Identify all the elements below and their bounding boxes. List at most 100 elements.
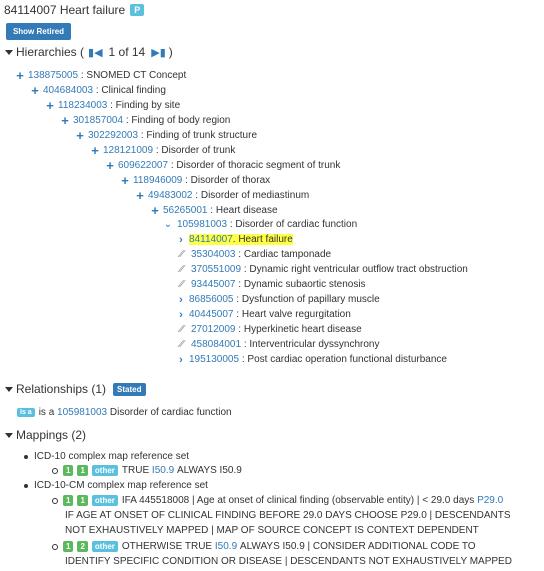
- caret-down-icon: [5, 387, 13, 392]
- parent-row[interactable]: ⌄ 105981003 : Disorder of cardiac functi…: [163, 217, 357, 232]
- expand-plus-icon[interactable]: +: [120, 174, 130, 187]
- expand-plus-icon[interactable]: +: [75, 129, 85, 142]
- isa-target-name: Disorder of cardiac function: [109, 407, 232, 418]
- map-rule-text: IFA 445518008 | Age at onset of clinical…: [121, 495, 475, 506]
- first-page-icon[interactable]: ▮◀: [88, 46, 103, 59]
- child-name: Post cardiac operation functional distur…: [247, 354, 447, 365]
- ancestor-code[interactable]: 49483002: [148, 190, 193, 201]
- ancestor-name: Clinical finding: [101, 85, 166, 96]
- hierarchies-header[interactable]: Hierarchies ( ▮◀ 1 of 14 ▶▮ ): [5, 45, 173, 59]
- hierarchy-child-row[interactable]: › 84114007. Heart failure: [177, 232, 293, 247]
- chevron-right-icon[interactable]: ›: [177, 294, 185, 306]
- current-concept-highlight: 84114007. Heart failure: [189, 234, 293, 245]
- map-target-code[interactable]: P29.0: [477, 495, 503, 506]
- ancestor-code[interactable]: 138875005: [28, 70, 78, 81]
- hierarchy-ancestor-row[interactable]: +609622007 : Disorder of thoracic segmen…: [105, 158, 340, 173]
- expand-plus-icon[interactable]: +: [45, 99, 55, 112]
- show-retired-button[interactable]: Show Retired: [6, 23, 71, 40]
- child-name: Heart failure: [238, 234, 293, 245]
- hierarchy-child-row[interactable]: › 40445007 : Heart valve regurgitation: [177, 307, 351, 322]
- ancestor-name: Disorder of mediastinum: [200, 190, 310, 201]
- hierarchy-child-row[interactable]: ∕∕ 27012009 : Hyperkinetic heart disease: [177, 322, 362, 337]
- child-code[interactable]: 40445007: [189, 309, 234, 320]
- leaf-icon: ∕∕: [180, 324, 184, 335]
- map-advice-text: ALWAYS I50.9 | CONSIDER ADDITIONAL CODE …: [239, 541, 476, 552]
- isa-relationship-row: Is a is a 105981003 Disorder of cardiac …: [17, 405, 232, 420]
- chevron-right-icon[interactable]: ›: [177, 309, 185, 321]
- hierarchy-ancestor-row[interactable]: +301857004 : Finding of body region: [60, 113, 230, 128]
- mapset-name: ICD-10 complex map reference set: [34, 451, 190, 462]
- hierarchy-ancestor-row[interactable]: +118234003 : Finding by site: [45, 98, 180, 113]
- ancestor-code[interactable]: 302292003: [88, 130, 138, 141]
- map-target-code[interactable]: I50.9: [152, 465, 174, 476]
- map-group-badge: 1: [63, 541, 74, 552]
- ancestor-code[interactable]: 118234003: [58, 100, 107, 111]
- map-advice-text: ALWAYS I50.9: [176, 465, 242, 476]
- ancestor-name: Heart disease: [215, 205, 278, 216]
- ancestor-name: SNOMED CT Concept: [86, 70, 187, 81]
- hierarchy-child-row[interactable]: › 195130005 : Post cardiac operation func…: [177, 352, 447, 367]
- ancestor-code[interactable]: 404684003: [43, 85, 93, 96]
- expand-plus-icon[interactable]: +: [105, 159, 115, 172]
- hierarchies-label: Hierarchies (: [16, 45, 85, 59]
- hierarchy-ancestor-row[interactable]: +49483002 : Disorder of mediastinum: [135, 188, 309, 203]
- expand-plus-icon[interactable]: +: [30, 84, 40, 97]
- child-code[interactable]: 35304003: [191, 249, 236, 260]
- hierarchy-ancestor-row[interactable]: +128121009 : Disorder of trunk: [90, 143, 235, 158]
- hierarchy-ancestor-row[interactable]: +118946009 : Disorder of thorax: [120, 173, 270, 188]
- hierarchies-close: ): [168, 45, 173, 59]
- parent-name: Disorder of cardiac function: [235, 219, 358, 230]
- child-code[interactable]: 27012009: [191, 324, 236, 335]
- child-code[interactable]: 370551009: [191, 264, 241, 275]
- child-code[interactable]: 93445007: [191, 279, 236, 290]
- expand-plus-icon[interactable]: +: [15, 69, 25, 82]
- child-code[interactable]: 195130005: [189, 354, 239, 365]
- ancestor-code[interactable]: 128121009: [103, 145, 153, 156]
- expand-plus-icon[interactable]: +: [150, 204, 160, 217]
- ancestor-code[interactable]: 118946009: [133, 175, 182, 186]
- map-rule-text: OTHERWISE TRUE: [121, 541, 213, 552]
- page-indicator: 1 of 14: [108, 45, 146, 59]
- child-name: Heart valve regurgitation: [241, 309, 351, 320]
- hierarchy-ancestor-row[interactable]: +302292003 : Finding of trunk structure: [75, 128, 257, 143]
- concept-title: 84114007 Heart failure P: [4, 3, 145, 17]
- caret-down-icon: [5, 50, 13, 55]
- hierarchy-child-row[interactable]: ∕∕ 458084001 : Interventricular dyssynchr…: [177, 337, 379, 352]
- ancestor-code[interactable]: 609622007: [118, 160, 168, 171]
- stated-button[interactable]: Stated: [113, 382, 146, 396]
- child-name: Hyperkinetic heart disease: [243, 324, 362, 335]
- hierarchy-ancestor-row[interactable]: +138875005 : SNOMED CT Concept: [15, 68, 186, 83]
- hierarchy-child-row[interactable]: ∕∕ 35304003 : Cardiac tamponade: [177, 247, 331, 262]
- expand-plus-icon[interactable]: +: [60, 114, 70, 127]
- hierarchy-child-row[interactable]: ∕∕ 93445007 : Dynamic subaortic stenosis: [177, 277, 365, 292]
- child-code[interactable]: 86856005: [189, 294, 234, 305]
- hierarchy-child-row[interactable]: ∕∕ 370551009 : Dynamic right ventricular …: [177, 262, 468, 277]
- map-rule-text: TRUE: [121, 465, 150, 476]
- child-code[interactable]: 458084001: [191, 339, 241, 350]
- relationships-header[interactable]: Relationships (1) Stated: [5, 382, 146, 396]
- hierarchy-child-row[interactable]: › 86856005 : Dysfunction of papillary mus…: [177, 292, 380, 307]
- child-code[interactable]: 84114007: [189, 234, 233, 245]
- expand-plus-icon[interactable]: +: [135, 189, 145, 202]
- expand-plus-icon[interactable]: +: [90, 144, 100, 157]
- chevron-down-icon[interactable]: ⌄: [163, 219, 173, 230]
- parent-code[interactable]: 105981003: [177, 219, 227, 230]
- circle-bullet-icon: [52, 467, 58, 474]
- child-name: Cardiac tamponade: [243, 249, 332, 260]
- map-target-code[interactable]: I50.9: [215, 541, 237, 552]
- ancestor-code[interactable]: 56265001: [163, 205, 208, 216]
- hierarchy-ancestor-row[interactable]: +404684003 : Clinical finding: [30, 83, 166, 98]
- leaf-icon: ∕∕: [180, 264, 184, 275]
- next-page-icon[interactable]: ▶▮: [151, 46, 166, 59]
- hierarchy-ancestor-row[interactable]: +56265001 : Heart disease: [150, 203, 278, 218]
- ancestor-name: Finding by site: [115, 100, 181, 111]
- mappings-header[interactable]: Mappings (2): [5, 428, 86, 442]
- caret-down-icon: [5, 433, 13, 438]
- isa-target-code[interactable]: 105981003: [57, 407, 107, 418]
- chevron-right-icon[interactable]: ›: [177, 234, 185, 246]
- map-advice-line: NOT EXHAUSTIVELY MAPPED | MAP OF SOURCE …: [65, 525, 479, 536]
- mapset-name: ICD-10-CM complex map reference set: [34, 480, 208, 491]
- leaf-icon: ∕∕: [180, 279, 184, 290]
- ancestor-code[interactable]: 301857004: [73, 115, 123, 126]
- chevron-right-icon[interactable]: ›: [177, 354, 185, 366]
